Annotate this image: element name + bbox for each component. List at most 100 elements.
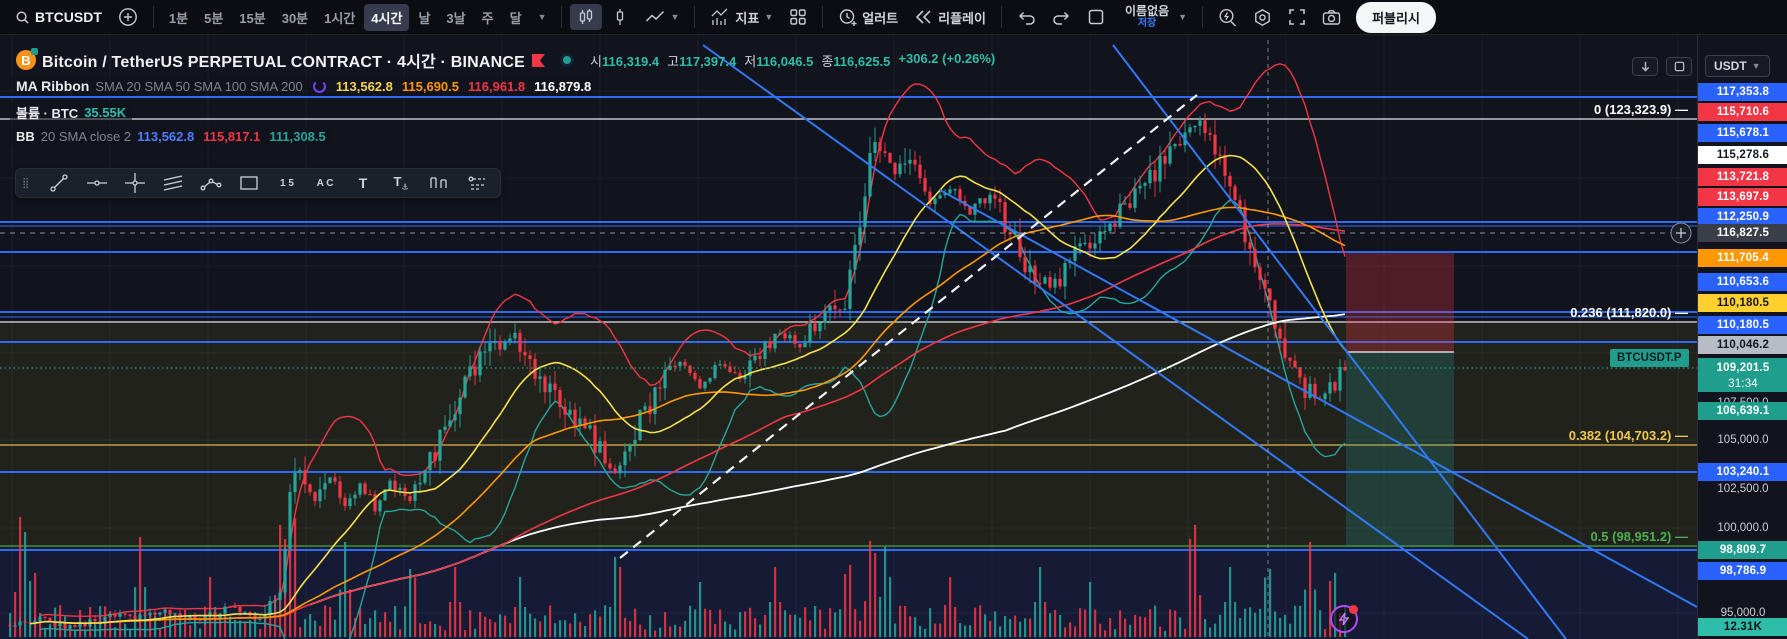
tool-abcd-pattern-button[interactable]: A C: [306, 170, 344, 196]
toolbar-separator: [694, 6, 696, 28]
fullscreen-icon: [1289, 9, 1305, 25]
top-toolbar: BTCUSDT 1분 5분 15분 30분 1시간 4시간 날 3날 주 달 ▼ ▼ 지표 ▼: [0, 0, 1787, 35]
indicator-value: 116,961.8: [468, 78, 526, 94]
interval-button-1시간[interactable]: 1시간: [317, 4, 362, 31]
interval-button-15분[interactable]: 15분: [232, 4, 272, 31]
last-price-symbol-label: BTCUSDT.P: [1610, 349, 1689, 367]
price-axis-tick: 100,000.0: [1717, 522, 1769, 534]
tool-text-button[interactable]: T: [344, 170, 382, 196]
price-scale[interactable]: USDT ▼ 107,500.0105,000.0102,500.0100,00…: [1697, 35, 1787, 639]
undo-button[interactable]: [1010, 5, 1043, 29]
maximize-pane-button[interactable]: [1666, 57, 1692, 76]
tool-elliott-wave-button[interactable]: 1 5: [268, 170, 306, 196]
tool-trend-line-button[interactable]: [40, 170, 78, 196]
interval-button-날[interactable]: 날: [411, 4, 437, 31]
alert-clock-icon: [840, 8, 857, 26]
currency-label: USDT: [1714, 59, 1747, 73]
chart-area[interactable]: 0 (123,323.9) — 0.236 (111,820.0) — 0.382 …: [0, 35, 1697, 639]
tool-horizontal-line-button[interactable]: [78, 170, 116, 196]
price-label: 106,639.1: [1698, 402, 1787, 420]
interval-button-30분[interactable]: 30분: [275, 4, 315, 31]
symbol-title[interactable]: Bitcoin / TetherUS PERPETUAL CONTRACT · …: [42, 48, 525, 72]
chart-type-candles-button[interactable]: [570, 4, 603, 30]
symbol-header: B Bitcoin / TetherUS PERPETUAL CONTRACT …: [10, 46, 1001, 74]
ma-ribbon-title: MA Ribbon: [16, 78, 90, 94]
indicators-icon: [711, 8, 728, 25]
price-label: 111,705.4: [1698, 249, 1787, 267]
tool-polyline-button[interactable]: [192, 170, 230, 196]
quick-search-button[interactable]: [1211, 4, 1244, 31]
bitcoin-logo-icon: B: [16, 48, 38, 70]
grid-layout-icon: [790, 9, 806, 25]
interval-button-4시간[interactable]: 4시간: [364, 3, 410, 31]
publish-button[interactable]: 퍼블리시: [1356, 1, 1436, 33]
save-button[interactable]: 저장: [1138, 19, 1156, 29]
tool-bars-pattern-button[interactable]: [420, 170, 458, 196]
interval-button-1분[interactable]: 1분: [162, 4, 195, 31]
ai-assistant-button[interactable]: [1330, 605, 1358, 633]
ma-ribbon-values: 113,562.8 115,690.5 116,961.8 116,879.8: [336, 79, 592, 94]
snapshot-button[interactable]: [1315, 5, 1348, 30]
price-label: 115,278.6: [1698, 146, 1787, 164]
interval-button-달[interactable]: 달: [503, 4, 529, 31]
ohlc-values: 시116,319.4 고117,397.4 저116,046.5 종116,62…: [590, 50, 996, 69]
price-label: 116,827.5: [1698, 224, 1787, 242]
ma-ribbon-legend[interactable]: MA Ribbon SMA 20 SMA 50 SMA 100 SMA 200 …: [10, 76, 598, 96]
plus-circle-icon: [118, 8, 137, 26]
settings-button[interactable]: [1246, 4, 1279, 31]
price-label: 98,786.9: [1698, 562, 1787, 580]
tradingview-app: BTCUSDT 1분 5분 15분 30분 1시간 4시간 날 3날 주 달 ▼ ▼ 지표 ▼: [0, 0, 1787, 639]
notification-dot: [1349, 605, 1358, 614]
line-chart-icon: [646, 10, 665, 22]
price-label: 113,697.9: [1698, 188, 1787, 206]
interval-button-주[interactable]: 주: [475, 4, 501, 31]
symbol-search-button[interactable]: BTCUSDT: [8, 5, 109, 29]
bb-title: BB: [16, 129, 35, 144]
svg-text:0.236 (111,820.0) —: 0.236 (111,820.0) —: [1570, 305, 1688, 320]
price-chart-canvas[interactable]: 0 (123,323.9) — 0.236 (111,820.0) — 0.382 …: [0, 35, 1697, 639]
market-status-icon[interactable]: [560, 53, 575, 67]
replay-rewind-icon: [916, 10, 931, 24]
alert-button[interactable]: 얼러트: [831, 4, 905, 31]
layout-grid-button[interactable]: [782, 4, 814, 30]
lightning-icon: [1338, 612, 1350, 626]
volume-value: 35.55K: [84, 105, 127, 120]
tool-rectangle-button[interactable]: [230, 170, 268, 196]
tool-parallel-channel-button[interactable]: [154, 170, 192, 196]
currency-dropdown[interactable]: USDT ▼: [1705, 55, 1770, 77]
compare-add-button[interactable]: [111, 3, 145, 31]
volume-legend[interactable]: 볼륨 · BTC 35.55K: [10, 101, 133, 124]
toolbar-drag-handle[interactable]: ⣿: [20, 170, 40, 196]
indicators-button[interactable]: 지표 ▼: [703, 4, 780, 31]
fullscreen-button[interactable]: [1281, 4, 1313, 30]
price-label: 115,710.6: [1698, 103, 1787, 121]
layout-name-button[interactable]: 이름없음 저장 ▼: [1114, 0, 1194, 35]
price-label: 110,180.5: [1698, 316, 1787, 334]
toolbar-separator: [1000, 6, 1002, 28]
chart-type-hollow-button[interactable]: [604, 4, 636, 30]
scroll-down-button[interactable]: [1632, 57, 1658, 76]
bb-params: 20 SMA close 2: [40, 129, 132, 144]
chart-type-line-button[interactable]: ▼: [638, 4, 686, 30]
bb-legend[interactable]: BB 20 SMA close 2 113,562.8 115,817.1 111,…: [10, 127, 332, 146]
interval-button-5분[interactable]: 5분: [197, 4, 230, 31]
toolbar-separator: [822, 6, 824, 28]
tool-anchored-text-button[interactable]: T⚓: [382, 170, 420, 196]
price-axis-tick: 105,000.0: [1717, 434, 1769, 446]
price-label: 12.31K: [1698, 618, 1787, 636]
tool-ghost-feed-button[interactable]: [458, 170, 496, 196]
interval-more-button[interactable]: ▼: [531, 8, 554, 26]
open-value: 116,319.4: [602, 53, 660, 69]
redo-button[interactable]: [1045, 5, 1078, 29]
loading-spinner-icon: [312, 79, 326, 93]
price-label: 117,353.8: [1698, 83, 1787, 101]
interval-button-3날[interactable]: 3날: [439, 4, 472, 31]
svg-text:0.5 (98,951.2) —: 0.5 (98,951.2) —: [1590, 529, 1688, 544]
price-label: 110,180.5: [1698, 294, 1787, 312]
symbol-name: BTCUSDT: [35, 9, 102, 25]
toolbar-separator: [152, 6, 154, 28]
tool-cross-line-button[interactable]: [116, 170, 154, 196]
chevron-down-icon: ▼: [1751, 61, 1761, 71]
replay-button[interactable]: 리플레이: [907, 4, 993, 31]
layout-select-button[interactable]: [1080, 4, 1112, 30]
